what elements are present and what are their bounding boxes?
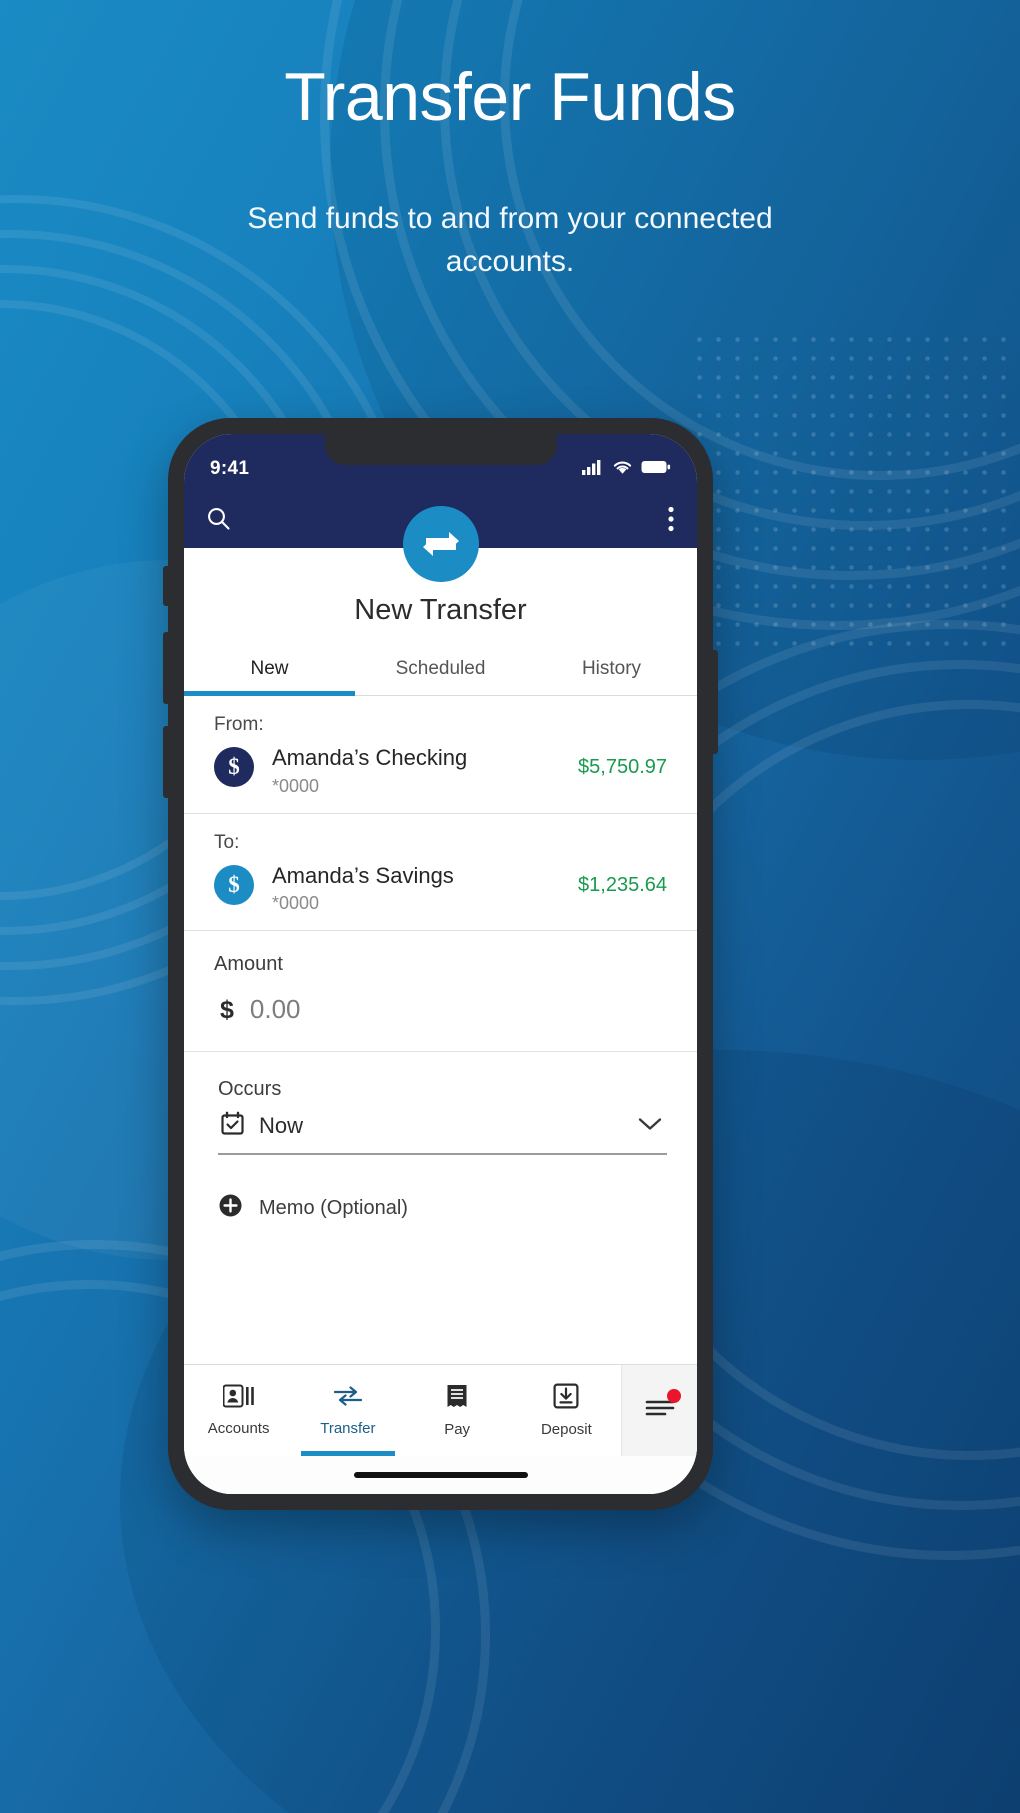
page-title: Transfer Funds [284,59,736,135]
tab-new[interactable]: New [184,641,355,696]
nav-label-transfer: Transfer [320,1420,376,1437]
from-account-row[interactable]: $ Amanda’s Checking *0000 $5,750.97 [214,744,667,797]
to-account-details: Amanda’s Savings *0000 [254,862,578,915]
amount-label: Amount [214,953,283,975]
screen-title-area: New Transfer [184,506,697,641]
transfer-arrows-icon [333,1384,363,1413]
nav-label-deposit: Deposit [540,1421,592,1438]
bg-dot-grid [690,330,1020,660]
phone-mockup: 9:41 New Transfer New Scheduled History … [163,418,718,1510]
nav-item-accounts[interactable]: Accounts [184,1365,293,1456]
wifi-icon [612,459,633,480]
to-label: To: [214,831,240,853]
nav-label-accounts: Accounts [207,1420,270,1437]
dollar-badge-icon: $ [214,747,254,787]
nav-item-deposit[interactable]: Deposit [512,1365,621,1456]
phone-volume-down-button [163,726,168,798]
from-account-details: Amanda’s Checking *0000 [254,744,578,797]
to-account-section[interactable]: To: $ Amanda’s Savings *0000 $1,235.64 [184,814,697,931]
nav-label-pay: Pay [444,1421,471,1438]
phone-silent-switch [163,566,168,606]
plus-circle-icon[interactable] [218,1193,243,1223]
amount-input[interactable]: 0.00 [250,994,301,1025]
battery-icon [641,459,671,480]
memo-section[interactable]: Memo (Optional) [184,1163,697,1223]
hero-section: Transfer Funds Send funds to and from yo… [0,60,1020,284]
to-account-balance: $1,235.64 [578,873,667,896]
from-account-name: Amanda’s Checking [272,745,468,770]
currency-symbol: $ [220,996,234,1024]
dollar-badge-icon: $ [214,864,254,905]
notification-badge [667,1389,681,1403]
home-indicator[interactable] [353,1472,528,1478]
phone-screen: 9:41 New Transfer New Scheduled History … [184,434,697,1494]
from-account-balance: $5,750.97 [578,756,667,778]
contacts-icon [222,1384,255,1413]
from-account-section[interactable]: From: $ Amanda’s Checking *0000 $5,750.9… [184,696,697,814]
nav-item-transfer[interactable]: Transfer [293,1365,402,1456]
more-vertical-icon[interactable] [667,505,675,533]
occurs-value: Now [259,1113,304,1138]
phone-notch [324,434,557,465]
home-indicator-area [184,1456,697,1494]
occurs-section: Occurs Now [184,1052,697,1163]
tab-scheduled[interactable]: Scheduled [355,641,526,695]
status-time: 9:41 [210,458,250,479]
page-subtitle: Send funds to and from your connected ac… [247,201,773,279]
phone-volume-up-button [163,632,168,704]
to-account-name: Amanda’s Savings [272,862,454,888]
memo-label: Memo (Optional) [259,1196,408,1219]
page-background: Transfer Funds Send funds to and from yo… [0,0,1020,1813]
nav-item-more[interactable] [621,1365,697,1456]
search-icon[interactable] [206,506,232,532]
amount-section[interactable]: Amount $ 0.00 [184,931,697,1052]
transfer-form: From: $ Amanda’s Checking *0000 $5,750.9… [184,696,697,1364]
phone-power-button [713,650,718,754]
receipt-icon [444,1383,470,1414]
form-spacer [184,1223,697,1364]
tab-history[interactable]: History [526,641,697,695]
screen-title: New Transfer [354,594,527,626]
cellular-signal-icon [582,459,604,480]
deposit-download-icon [553,1383,579,1414]
tab-bar: New Scheduled History [184,641,697,696]
from-label: From: [214,714,264,735]
calendar-check-icon [220,1111,245,1141]
from-account-number: *0000 [272,775,320,796]
occurs-label: Occurs [218,1078,282,1100]
occurs-dropdown[interactable]: Now [218,1109,667,1155]
to-account-number: *0000 [272,893,320,913]
amount-input-row[interactable]: $ 0.00 [214,994,667,1025]
transfer-arrows-icon[interactable] [402,506,479,582]
nav-item-pay[interactable]: Pay [403,1365,512,1456]
bottom-navigation: Accounts Transfer Pay Deposit [184,1364,697,1456]
status-icon-group [582,459,671,480]
to-account-row[interactable]: $ Amanda’s Savings *0000 $1,235.64 [214,862,667,915]
chevron-down-icon[interactable] [637,1116,663,1137]
